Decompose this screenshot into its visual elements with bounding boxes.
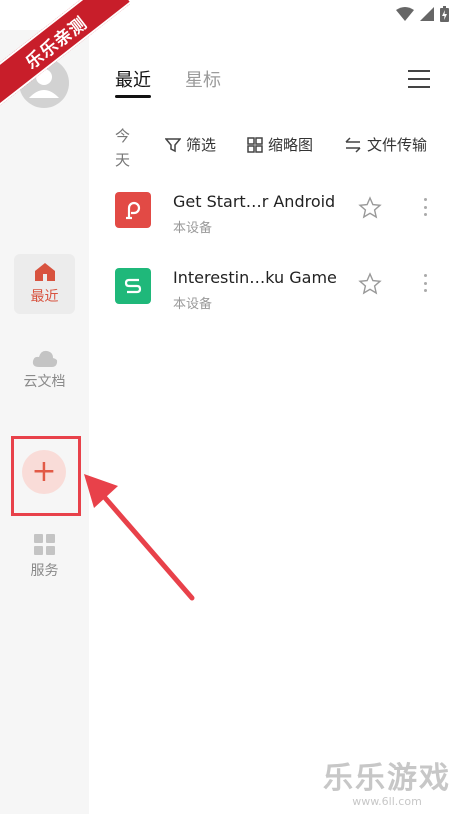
status-bar	[0, 0, 457, 30]
cloud-icon	[32, 350, 57, 367]
file-row[interactable]: Interestin…ku Game 本设备	[115, 268, 457, 324]
more-options-button[interactable]	[423, 274, 427, 292]
filter-icon	[165, 137, 181, 152]
file-transfer-button[interactable]: 文件传输	[344, 134, 427, 155]
transfer-label: 文件传输	[367, 136, 428, 154]
thumbnail-view-button[interactable]: 缩略图	[247, 134, 313, 155]
rail-item-cloud-docs[interactable]: 云文档	[14, 340, 75, 400]
date-group-label: 今天	[115, 127, 131, 169]
presentation-file-icon	[115, 192, 151, 228]
grid-view-icon	[247, 136, 263, 153]
bottom-watermark: 乐乐游戏 www.6ll.com	[323, 753, 451, 808]
file-location: 本设备	[173, 221, 213, 236]
file-name: Interestin…ku Game	[173, 268, 337, 287]
spreadsheet-file-icon	[115, 268, 151, 304]
tab-bar: 最近 星标	[115, 66, 221, 98]
side-rail: 最近 云文档 服务	[0, 30, 89, 814]
menu-icon	[408, 70, 430, 72]
toolbar: 今天 筛选 缩略图 文件传输	[115, 124, 457, 172]
avatar[interactable]	[19, 58, 69, 108]
star-icon[interactable]	[358, 272, 382, 296]
tab-recent[interactable]: 最近	[115, 66, 151, 98]
filter-button[interactable]: 筛选	[165, 134, 216, 155]
wifi-icon	[396, 7, 414, 21]
battery-icon	[440, 6, 449, 22]
home-icon	[34, 263, 55, 281]
tab-starred[interactable]: 星标	[185, 66, 221, 98]
rail-item-label: 最近	[30, 289, 59, 305]
new-document-button[interactable]: +	[22, 450, 66, 494]
file-name: Get Start…r Android	[173, 192, 336, 211]
signal-icon	[420, 7, 434, 21]
filter-label: 筛选	[186, 136, 217, 154]
watermark-brand: 乐乐游戏	[323, 761, 451, 796]
more-options-button[interactable]	[423, 198, 427, 216]
rail-item-label: 服务	[30, 563, 59, 579]
thumbnail-label: 缩略图	[268, 136, 314, 154]
file-location: 本设备	[173, 297, 213, 312]
file-row[interactable]: Get Start…r Android 本设备	[115, 192, 457, 248]
user-icon	[29, 69, 59, 98]
rail-item-label: 云文档	[23, 374, 66, 390]
star-icon[interactable]	[358, 196, 382, 220]
menu-button[interactable]	[408, 70, 430, 88]
grid-icon	[33, 534, 55, 555]
rail-item-recent[interactable]: 最近	[14, 254, 75, 314]
transfer-icon	[345, 136, 361, 153]
rail-item-services[interactable]: 服务	[14, 527, 75, 587]
